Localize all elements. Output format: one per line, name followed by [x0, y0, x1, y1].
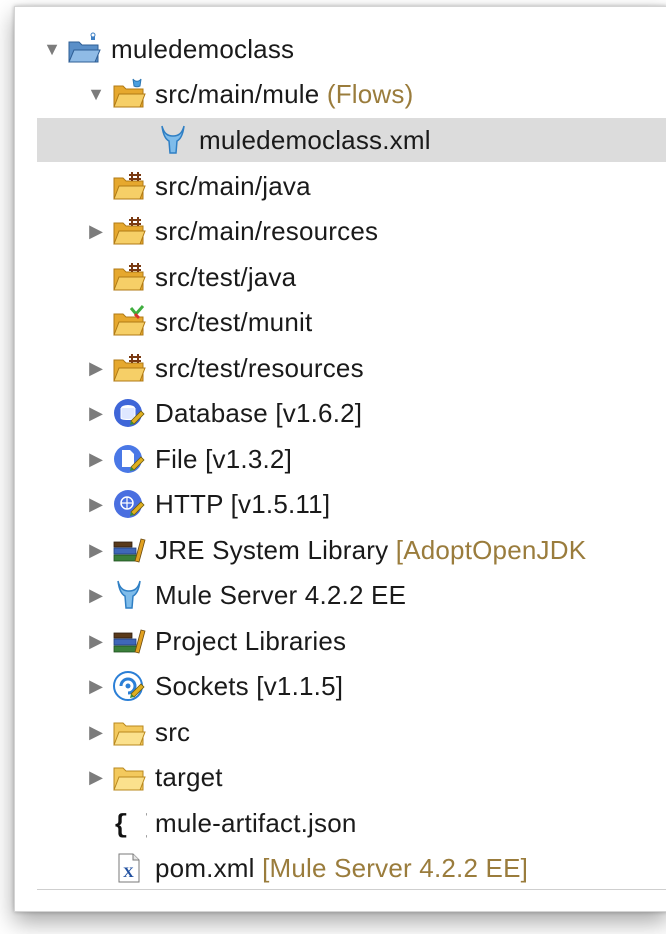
svg-text:{ }: { } — [113, 810, 147, 840]
tree-row-label: Project Libraries — [155, 626, 346, 656]
tree-row[interactable]: ▶ src/main/resources — [37, 209, 666, 253]
tree-row[interactable]: ▼ src/main/mule (Flows) — [37, 72, 666, 116]
tree-row[interactable]: ▶ File [v1.3.2] — [37, 437, 666, 481]
expand-arrow-icon[interactable]: ▶ — [85, 719, 107, 745]
tree-row[interactable]: ▶ src/test/resources — [37, 346, 666, 390]
tree-row[interactable]: ▼ muledemoclass — [37, 27, 666, 71]
tree-row-label: mule-artifact.json — [155, 808, 357, 838]
tree-row[interactable]: ▶ JRE System Library [AdoptOpenJDK — [37, 528, 666, 572]
expand-arrow-icon[interactable]: ▶ — [85, 673, 107, 699]
folder-icon — [111, 715, 147, 749]
tree-row-name: Sockets [v1.1.5] — [155, 671, 344, 701]
expand-arrow-icon[interactable]: ▶ — [85, 628, 107, 654]
tree-row-name: src/main/resources — [155, 216, 379, 246]
tree-row-name: HTTP [v1.5.11] — [155, 489, 331, 519]
expand-arrow-icon[interactable]: ▶ — [85, 537, 107, 563]
tree-row[interactable]: ▶ src — [37, 710, 666, 754]
project-explorer-tree: ▼ muledemoclass ▼ src/main/mule (Flows) m… — [37, 17, 666, 890]
tree-row[interactable]: muledemoclass.xml — [37, 118, 666, 162]
tree-row[interactable]: X pom.xml [Mule Server 4.2.2 EE] — [37, 846, 666, 889]
tree-row-decoration: [AdoptOpenJDK — [395, 535, 587, 565]
tree-row-label: muledemoclass — [111, 34, 294, 64]
tree-row-name: muledemoclass — [111, 34, 295, 64]
munit-folder-icon — [111, 305, 147, 339]
http-connector-icon — [111, 487, 147, 521]
library-icon — [111, 533, 147, 567]
json-file-icon: { } — [111, 806, 147, 840]
tree-row-label: src/main/java — [155, 171, 311, 201]
library-icon — [111, 624, 147, 658]
expand-arrow-icon[interactable]: ▶ — [85, 491, 107, 517]
package-folder-icon — [111, 214, 147, 248]
collapse-arrow-icon[interactable]: ▼ — [85, 81, 107, 107]
window-frame: ▼ muledemoclass ▼ src/main/mule (Flows) m… — [14, 6, 666, 912]
expand-arrow-icon[interactable]: ▶ — [85, 582, 107, 608]
package-folder-icon — [111, 260, 147, 294]
tree-row-label: JRE System Library [AdoptOpenJDK — [155, 535, 586, 565]
tree-row-name: src/main/java — [155, 171, 311, 201]
folder-icon — [111, 760, 147, 794]
tree-row[interactable]: ▶ target — [37, 755, 666, 799]
tree-row[interactable]: src/test/java — [37, 255, 666, 299]
package-folder-icon — [111, 169, 147, 203]
tree-row-name: src/test/munit — [155, 307, 313, 337]
tree-row[interactable]: ▶ Mule Server 4.2.2 EE — [37, 573, 666, 617]
tree-row[interactable]: src/test/munit — [37, 300, 666, 344]
tree-row-label: File [v1.3.2] — [155, 444, 292, 474]
tree-row-decoration: [Mule Server 4.2.2 EE] — [262, 853, 529, 883]
tree-row-name: src/test/java — [155, 262, 297, 292]
tree-row-name: src/main/mule — [155, 79, 320, 109]
tree-row-label: HTTP [v1.5.11] — [155, 489, 330, 519]
expand-arrow-icon[interactable]: ▶ — [85, 446, 107, 472]
tree-row-decoration: (Flows) — [326, 79, 414, 109]
tree-row-label: src/test/resources — [155, 353, 364, 383]
tree-row[interactable]: { } mule-artifact.json — [37, 801, 666, 845]
tree-row[interactable]: src/main/java — [37, 164, 666, 208]
sockets-connector-icon — [111, 669, 147, 703]
tree-row-name: target — [155, 762, 223, 792]
xml-file-icon: X — [111, 851, 147, 885]
package-folder-icon — [111, 351, 147, 385]
mule-project-icon — [67, 32, 103, 66]
tree-row[interactable]: ▶ Sockets [v1.1.5] — [37, 664, 666, 708]
tree-row-name: Project Libraries — [155, 626, 347, 656]
expand-arrow-icon[interactable]: ▶ — [85, 218, 107, 244]
tree-row-label: src/test/java — [155, 262, 296, 292]
tree-row-label: src/main/mule (Flows) — [155, 79, 413, 109]
expand-arrow-icon[interactable]: ▶ — [85, 764, 107, 790]
file-connector-icon — [111, 442, 147, 476]
tree-row-name: Mule Server 4.2.2 EE — [155, 580, 407, 610]
tree-row-name: pom.xml — [155, 853, 255, 883]
database-connector-icon — [111, 396, 147, 430]
tree-row-name: muledemoclass.xml — [199, 125, 431, 155]
mule-runtime-icon — [111, 578, 147, 612]
tree-row-name: File [v1.3.2] — [155, 444, 292, 474]
tree-row-label: src — [155, 717, 190, 747]
tree-row-label: Sockets [v1.1.5] — [155, 671, 343, 701]
tree-row-label: src/test/munit — [155, 307, 312, 337]
tree-row-label: muledemoclass.xml — [199, 125, 431, 155]
tree-row-name: src — [155, 717, 191, 747]
tree-row-name: Database [v1.6.2] — [155, 398, 363, 428]
tree-row[interactable]: ▶ Database [v1.6.2] — [37, 391, 666, 435]
tree-row-label: src/main/resources — [155, 216, 378, 246]
tree-row-label: Database [v1.6.2] — [155, 398, 362, 428]
tree-row-label: target — [155, 762, 223, 792]
mule-source-folder-icon — [111, 77, 147, 111]
svg-text:X: X — [123, 865, 134, 881]
tree-row-name: JRE System Library — [155, 535, 389, 565]
tree-row[interactable]: ▶ Project Libraries — [37, 619, 666, 663]
tree-row-label: Mule Server 4.2.2 EE — [155, 580, 406, 610]
collapse-arrow-icon[interactable]: ▼ — [41, 36, 63, 62]
tree-row-name: mule-artifact.json — [155, 808, 357, 838]
tree-row-name: src/test/resources — [155, 353, 364, 383]
mule-flow-file-icon — [155, 123, 191, 157]
expand-arrow-icon[interactable]: ▶ — [85, 400, 107, 426]
expand-arrow-icon[interactable]: ▶ — [85, 355, 107, 381]
tree-row[interactable]: ▶ HTTP [v1.5.11] — [37, 482, 666, 526]
tree-row-label: pom.xml [Mule Server 4.2.2 EE] — [155, 853, 528, 883]
